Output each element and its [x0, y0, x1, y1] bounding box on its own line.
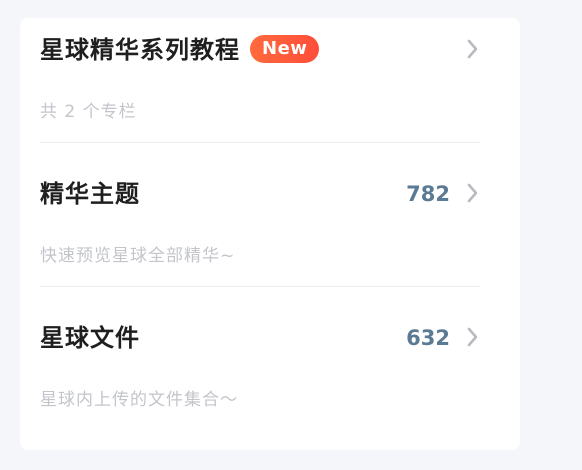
menu-item-title: 精华主题	[40, 180, 140, 208]
menu-item-title: 星球精华系列教程	[40, 36, 240, 64]
chevron-right-icon	[467, 183, 478, 203]
menu-item-subtitle: 共 2 个专栏	[40, 102, 137, 122]
menu-item-subtitle: 快速预览星球全部精华~	[40, 246, 236, 266]
menu-item-count: 632	[406, 326, 450, 350]
new-badge: New	[250, 35, 320, 63]
menu-item-planet-files[interactable]: 星球文件 632 星球内上传的文件集合～	[40, 320, 480, 420]
menu-item-count: 782	[406, 182, 450, 206]
menu-item-essence-topics[interactable]: 精华主题 782 快速预览星球全部精华~	[40, 176, 480, 276]
menu-item-title-wrapper: 星球精华系列教程 New	[40, 32, 320, 68]
menu-item-essence-tutorials[interactable]: 星球精华系列教程 New 共 2 个专栏	[40, 32, 480, 132]
menu-item-title: 星球文件	[40, 324, 140, 352]
chevron-right-icon	[467, 327, 478, 347]
divider	[40, 286, 480, 287]
divider	[40, 142, 480, 143]
menu-item-subtitle: 星球内上传的文件集合～	[40, 390, 238, 410]
chevron-right-icon	[467, 39, 478, 59]
